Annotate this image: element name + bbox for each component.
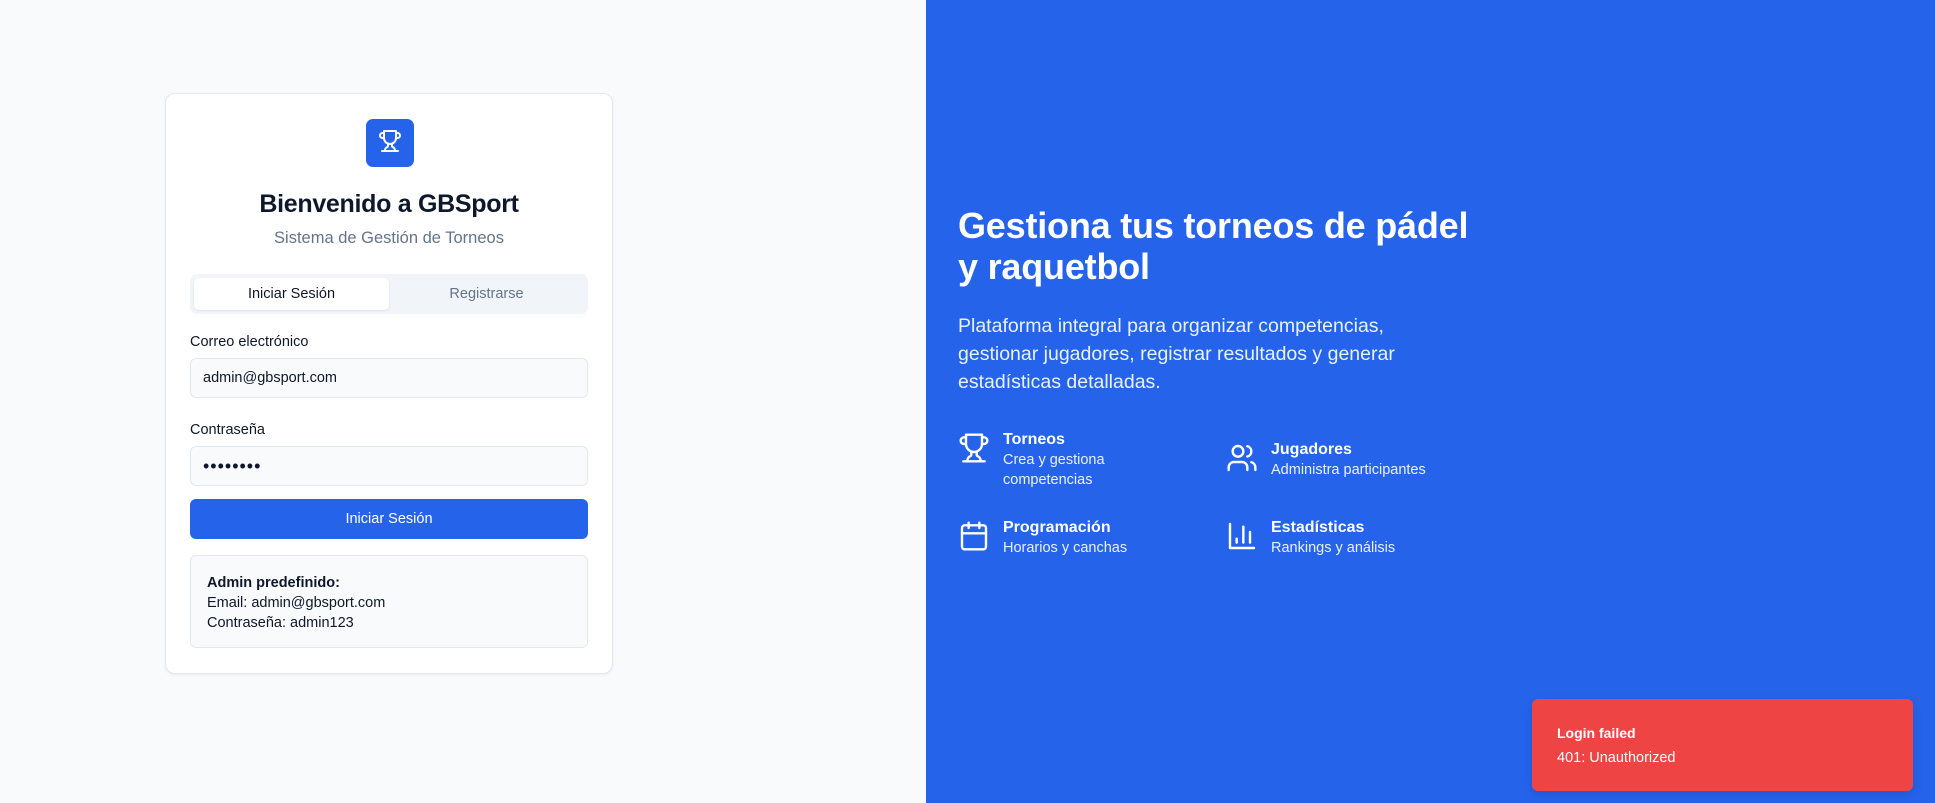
trophy-icon [378,129,402,158]
toast-message: 401: Unauthorized [1557,750,1676,766]
users-icon [1226,442,1258,474]
hint-email: Email: admin@gbsport.com [207,595,386,611]
email-label: Correo electrónico [190,334,309,350]
hero-description: Plataforma integral para organizar compe… [958,315,1395,393]
login-button[interactable]: Iniciar Sesión [190,499,588,539]
feature-title: Programación [1003,519,1111,536]
email-field[interactable] [190,358,588,398]
feature-programacion: Programación Horarios y canchas [958,518,1127,558]
hero-title: Gestiona tus torneos de pádel y raquetbo… [958,205,1469,287]
error-toast[interactable]: Login failed 401: Unauthorized [1532,699,1913,791]
calendar-icon [958,520,990,552]
admin-hint-box: Admin predefinido: Email: admin@gbsport.… [190,555,588,648]
feature-desc: Administra participantes [1271,462,1426,478]
login-panel: Bienvenido a GBSport Sistema de Gestión … [0,0,926,803]
tab-register[interactable]: Registrarse [389,278,584,310]
feature-desc: Rankings y análisis [1271,540,1396,556]
hint-password: Contraseña: admin123 [207,615,354,631]
page-subtitle: Sistema de Gestión de Torneos [274,229,504,247]
bar-chart-icon [1226,520,1258,552]
feature-estadisticas: Estadísticas Rankings y análisis [1226,518,1395,558]
hint-heading: Admin predefinido: [207,575,340,591]
auth-tabs: Iniciar Sesión Registrarse [190,274,588,314]
tab-login[interactable]: Iniciar Sesión [194,278,389,310]
logo-badge [366,119,414,167]
password-label: Contraseña [190,422,265,438]
feature-title: Torneos [1003,431,1065,448]
feature-desc: Horarios y canchas [1003,540,1128,556]
toast-title: Login failed [1557,725,1636,741]
feature-torneos: Torneos Crea y gestiona competencias [958,430,1158,490]
login-card: Bienvenido a GBSport Sistema de Gestión … [165,93,613,674]
feature-jugadores: Jugadores Administra participantes [1226,440,1426,480]
password-field[interactable] [190,446,588,486]
feature-title: Jugadores [1271,441,1352,458]
page-title: Bienvenido a GBSport [259,190,519,218]
feature-title: Estadísticas [1271,519,1365,536]
feature-desc: Crea y gestiona competencias [1003,452,1105,488]
hero-panel: Gestiona tus torneos de pádel y raquetbo… [926,0,1935,803]
trophy-icon [958,432,990,464]
